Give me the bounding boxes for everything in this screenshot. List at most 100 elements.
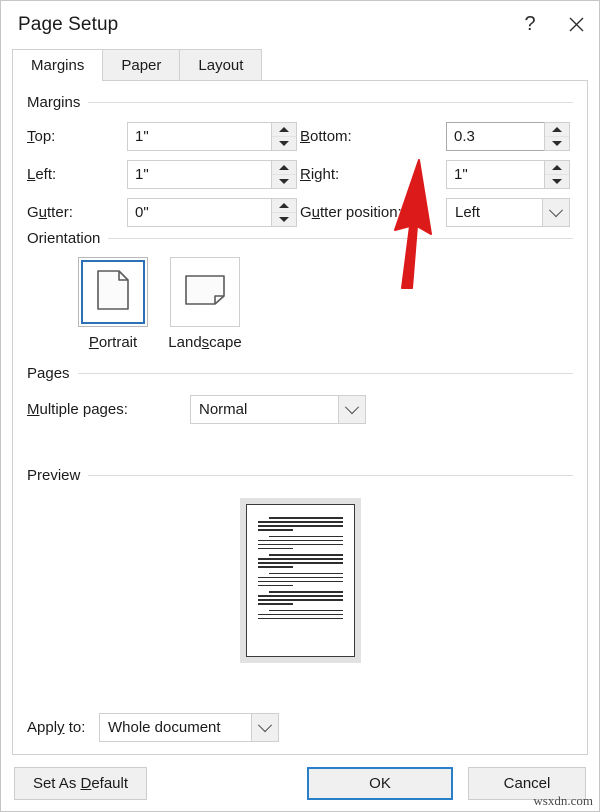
apply-to-label: Apply to: (27, 719, 86, 736)
orientation-group-label: Orientation (27, 229, 101, 247)
bottom-margin-input[interactable]: 0.3 (446, 122, 544, 151)
tab-paper[interactable]: Paper (102, 49, 181, 80)
right-margin-field-group: Right: 1" (300, 160, 573, 189)
orientation-group: Orientation Portrait Landscape (27, 229, 573, 351)
title-bar-buttons: ? (507, 1, 599, 48)
gutter-decrement-icon[interactable] (272, 213, 296, 226)
group-divider (88, 474, 573, 476)
set-as-default-label: Set As Default (32, 774, 129, 792)
multiple-pages-combobox[interactable]: Normal (190, 395, 366, 424)
tab-margins[interactable]: Margins (12, 49, 104, 81)
preview-group-label: Preview (27, 466, 81, 484)
group-divider (108, 237, 573, 239)
dialog-footer: Set As Default OK Cancel (1, 755, 599, 811)
gutter-field-group: Gutter: 0" (27, 198, 300, 227)
pages-group: Pages Multiple pages: Normal (27, 364, 573, 425)
help-icon[interactable]: ? (507, 1, 553, 48)
title-bar: Page Setup ? (1, 1, 599, 48)
top-margin-input[interactable]: 1" (127, 122, 271, 151)
landscape-button[interactable] (170, 257, 240, 327)
gutter-spinner[interactable]: 0" (127, 198, 297, 227)
top-margin-increment-icon[interactable] (272, 123, 296, 137)
gutter-label: Gutter: (27, 204, 73, 221)
preview-page (245, 504, 355, 657)
left-margin-decrement-icon[interactable] (272, 175, 296, 188)
orientation-option-portrait[interactable]: Portrait (67, 257, 159, 351)
bottom-margin-field-group: Bottom: 0.3 (300, 122, 573, 151)
margins-group-header: Margins (27, 93, 573, 111)
group-divider (88, 101, 573, 103)
top-margin-decrement-icon[interactable] (272, 137, 296, 150)
margins-row-left-right: Left: 1" Right: 1" (27, 159, 573, 190)
bottom-margin-spinner[interactable]: 0.3 (446, 122, 570, 151)
tab-layout[interactable]: Layout (179, 49, 263, 80)
tab-layout-label: Layout (198, 56, 244, 74)
page-setup-dialog: Page Setup ? Margins Paper Layout Margin… (0, 0, 600, 812)
left-margin-increment-icon[interactable] (272, 161, 296, 175)
chevron-down-icon[interactable] (338, 395, 366, 424)
tab-paper-label: Paper (121, 56, 162, 74)
gutter-increment-icon[interactable] (272, 199, 296, 213)
help-glyph: ? (524, 13, 536, 35)
gutter-position-field-group: Gutter position: Left (300, 198, 573, 227)
portrait-page-icon (96, 269, 130, 316)
apply-to-value[interactable]: Whole document (99, 713, 251, 742)
gutter-spin-buttons[interactable] (271, 198, 297, 227)
bottom-margin-decrement-icon[interactable] (545, 137, 569, 150)
multiple-pages-row: Multiple pages: Normal (27, 394, 573, 425)
left-margin-label: Left: (27, 166, 57, 183)
landscape-page-icon (183, 273, 227, 312)
preview-group: Preview (27, 466, 573, 663)
margins-tab-panel: Margins Top: 1" Bottom: 0.3 Left: 1" Rig… (12, 80, 588, 755)
chevron-down-icon[interactable] (251, 713, 279, 742)
page-title: Page Setup (18, 13, 119, 35)
margins-group-label: Margins (27, 93, 81, 111)
bottom-margin-label: Bottom: (300, 128, 352, 145)
pages-group-label: Pages (27, 364, 70, 382)
portrait-caption: Portrait (88, 334, 138, 351)
landscape-caption: Landscape (168, 334, 242, 351)
bottom-margin-increment-icon[interactable] (545, 123, 569, 137)
top-margin-spinner[interactable]: 1" (127, 122, 297, 151)
gutter-position-combobox[interactable]: Left (446, 198, 570, 227)
right-margin-spinner[interactable]: 1" (446, 160, 570, 189)
apply-to-row: Apply to: Whole document (27, 713, 279, 742)
tab-margins-label: Margins (31, 57, 85, 74)
portrait-button[interactable] (78, 257, 148, 327)
orientation-option-landscape[interactable]: Landscape (159, 257, 251, 351)
left-margin-spin-buttons[interactable] (271, 160, 297, 189)
bottom-margin-spin-buttons[interactable] (544, 122, 570, 151)
set-as-default-button[interactable]: Set As Default (14, 766, 147, 800)
preview-page-shadow (239, 498, 361, 663)
cancel-label: Cancel (503, 774, 551, 792)
margins-group: Margins Top: 1" Bottom: 0.3 Left: 1" Rig… (27, 93, 573, 228)
left-margin-field-group: Left: 1" (27, 160, 300, 189)
chevron-down-icon[interactable] (542, 198, 570, 227)
multiple-pages-value[interactable]: Normal (190, 395, 338, 424)
ok-button[interactable]: OK (307, 766, 453, 800)
orientation-options: Portrait Landscape (27, 257, 573, 351)
right-margin-spin-buttons[interactable] (544, 160, 570, 189)
preview-group-header: Preview (27, 466, 573, 484)
right-margin-decrement-icon[interactable] (545, 175, 569, 188)
close-icon[interactable] (553, 1, 599, 48)
right-margin-label: Right: (300, 166, 340, 183)
left-margin-spinner[interactable]: 1" (127, 160, 297, 189)
watermark: wsxdn.com (533, 793, 593, 808)
right-margin-input[interactable]: 1" (446, 160, 544, 189)
ok-label: OK (369, 774, 391, 792)
margins-row-top-bottom: Top: 1" Bottom: 0.3 (27, 121, 573, 152)
apply-to-combobox[interactable]: Whole document (99, 713, 279, 742)
right-margin-increment-icon[interactable] (545, 161, 569, 175)
gutter-position-label: Gutter position: (300, 204, 402, 221)
gutter-position-value[interactable]: Left (446, 198, 542, 227)
top-margin-field-group: Top: 1" (27, 122, 300, 151)
tab-strip: Margins Paper Layout (1, 48, 599, 81)
orientation-group-header: Orientation (27, 229, 573, 247)
left-margin-input[interactable]: 1" (127, 160, 271, 189)
gutter-input[interactable]: 0" (127, 198, 271, 227)
pages-group-header: Pages (27, 364, 573, 382)
margins-row-gutter: Gutter: 0" Gutter position: Left (27, 197, 573, 228)
top-margin-spin-buttons[interactable] (271, 122, 297, 151)
preview-area (27, 498, 573, 663)
